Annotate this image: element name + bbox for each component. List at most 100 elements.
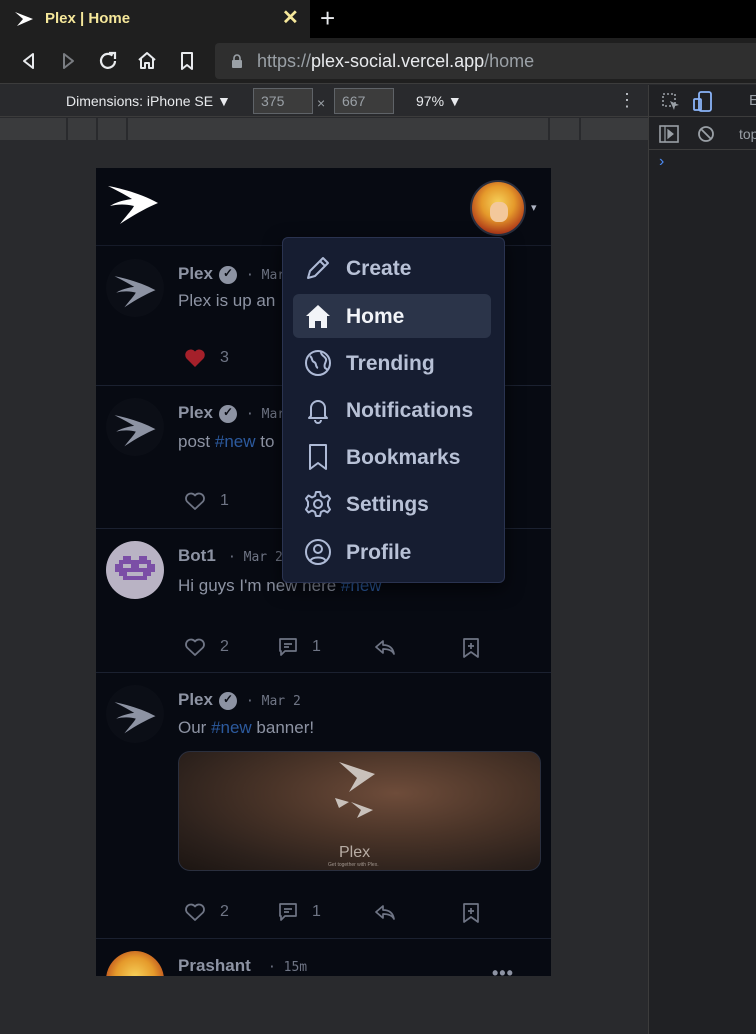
- menu-item-profile[interactable]: Profile: [293, 530, 491, 574]
- menu-item-notifications[interactable]: Notifications: [293, 388, 491, 432]
- hashtag-link[interactable]: #new: [215, 432, 256, 451]
- menu-item-label: Create: [346, 257, 412, 280]
- banner-tagline-text: Get together with Plex.: [328, 862, 379, 868]
- post-author[interactable]: Plex: [178, 690, 213, 710]
- like-count: 2: [220, 638, 229, 655]
- plex-favicon-icon: [15, 12, 33, 26]
- plex-logo-icon: [114, 276, 156, 308]
- like-count: 3: [220, 349, 229, 366]
- heart-icon: [185, 903, 205, 921]
- heart-icon: [185, 492, 205, 510]
- address-bar[interactable]: https://plex-social.vercel.app/home: [215, 43, 756, 79]
- bookmark-page-icon[interactable]: [175, 49, 199, 73]
- ruler-segment[interactable]: [68, 118, 98, 140]
- menu-item-settings[interactable]: Settings: [293, 482, 491, 526]
- menu-item-home[interactable]: Home: [293, 294, 491, 338]
- bookmark-button[interactable]: [462, 637, 480, 659]
- heart-icon: [185, 638, 205, 656]
- menu-item-bookmarks[interactable]: Bookmarks: [293, 435, 491, 479]
- bookmark-button[interactable]: [462, 902, 480, 924]
- post-avatar[interactable]: [106, 259, 164, 317]
- post-actions: 2 1: [184, 902, 524, 926]
- like-button[interactable]: 1: [184, 491, 229, 511]
- verified-badge-icon: [219, 266, 237, 284]
- avatar-caret-icon[interactable]: ▾: [531, 201, 537, 214]
- reply-icon: [375, 905, 395, 920]
- post-author[interactable]: Plex: [178, 264, 213, 284]
- like-count: 2: [220, 903, 229, 920]
- post-more-icon[interactable]: •••: [492, 963, 514, 976]
- like-button[interactable]: 2: [184, 902, 229, 922]
- comment-icon: [279, 638, 297, 656]
- hashtag-link[interactable]: #new: [211, 718, 252, 737]
- post-date: · Mar: [246, 268, 286, 283]
- post-card[interactable]: Prashant · 15m •••: [96, 939, 551, 976]
- heart-filled-icon: [185, 349, 205, 367]
- device-toolbar: Dimensions: iPhone SE ▼ 375 × 667 97% ▼ …: [0, 85, 648, 117]
- post-date: · Mar 2: [228, 550, 283, 565]
- home-icon[interactable]: [135, 49, 159, 73]
- post-avatar[interactable]: [106, 541, 164, 599]
- back-icon[interactable]: [17, 49, 41, 73]
- ruler-segment[interactable]: [550, 118, 581, 140]
- device-height-input[interactable]: 667: [334, 88, 394, 114]
- comment-button[interactable]: 1: [278, 637, 321, 657]
- comment-count: 1: [312, 638, 321, 655]
- like-button[interactable]: 3: [184, 348, 229, 368]
- post-date: · Mar: [246, 407, 286, 422]
- tab-title: Plex | Home: [45, 10, 131, 27]
- more-options-icon[interactable]: ⋮: [618, 90, 636, 111]
- devtools-panel: E top ›: [648, 85, 756, 1034]
- post-author[interactable]: Plex: [178, 403, 213, 423]
- home-icon: [306, 305, 330, 328]
- menu-item-label: Home: [346, 305, 405, 328]
- pencil-icon: [307, 257, 329, 279]
- plex-logo-icon: [114, 415, 156, 447]
- sidebar-toggle-icon[interactable]: [659, 125, 679, 143]
- app-header: ▾: [96, 168, 551, 246]
- ruler-segment[interactable]: [518, 118, 550, 140]
- user-avatar[interactable]: [470, 180, 526, 236]
- post-avatar[interactable]: [106, 685, 164, 743]
- device-toggle-icon[interactable]: [693, 91, 713, 113]
- clear-console-icon[interactable]: [697, 125, 715, 143]
- post-text: post #new to: [178, 432, 275, 451]
- bookmark-icon: [309, 444, 327, 470]
- context-selector[interactable]: top: [739, 126, 756, 142]
- verified-badge-icon: [219, 692, 237, 710]
- devtools-tab-partial[interactable]: E: [749, 92, 756, 109]
- plex-logo-icon: [114, 702, 156, 734]
- new-tab-button[interactable]: +: [320, 4, 335, 32]
- ruler-segment[interactable]: [0, 118, 68, 140]
- post-avatar[interactable]: [106, 951, 164, 976]
- plex-logo-icon[interactable]: [106, 182, 160, 226]
- post-card[interactable]: Plex · Mar 2 Our #new banner! Plex Get t…: [96, 673, 551, 939]
- comment-button[interactable]: 1: [278, 902, 321, 922]
- menu-item-trending[interactable]: Trending: [293, 341, 491, 385]
- reload-icon[interactable]: [96, 49, 120, 73]
- post-text: Plex is up an: [178, 291, 276, 310]
- plex-banner-logo-icon: [335, 762, 375, 818]
- verified-badge-icon: [219, 405, 237, 423]
- share-button[interactable]: [374, 637, 396, 657]
- post-author[interactable]: Bot1: [178, 546, 216, 566]
- device-width-input[interactable]: 375: [253, 88, 313, 114]
- inspect-element-icon[interactable]: [661, 92, 681, 112]
- zoom-select[interactable]: 97% ▼: [416, 93, 462, 109]
- forward-icon[interactable]: [56, 49, 80, 73]
- devtools-top-toolbar: E: [649, 85, 756, 117]
- ruler-segment[interactable]: [98, 118, 128, 140]
- browser-tab[interactable]: Plex | Home ✕: [0, 0, 310, 38]
- menu-item-label: Profile: [346, 541, 412, 564]
- lock-icon: [232, 54, 242, 68]
- post-author[interactable]: Prashant: [178, 956, 251, 976]
- post-image[interactable]: Plex Get together with Plex.: [178, 751, 541, 871]
- console-prompt[interactable]: ›: [659, 153, 664, 171]
- share-button[interactable]: [374, 902, 396, 922]
- nav-dropdown-menu: Create Home Trending Notifications Bookm…: [282, 237, 505, 583]
- menu-item-create[interactable]: Create: [293, 246, 491, 290]
- post-avatar[interactable]: [106, 398, 164, 456]
- device-select[interactable]: Dimensions: iPhone SE ▼: [66, 93, 231, 109]
- like-button[interactable]: 2: [184, 637, 229, 657]
- tab-close-icon[interactable]: ✕: [282, 7, 299, 29]
